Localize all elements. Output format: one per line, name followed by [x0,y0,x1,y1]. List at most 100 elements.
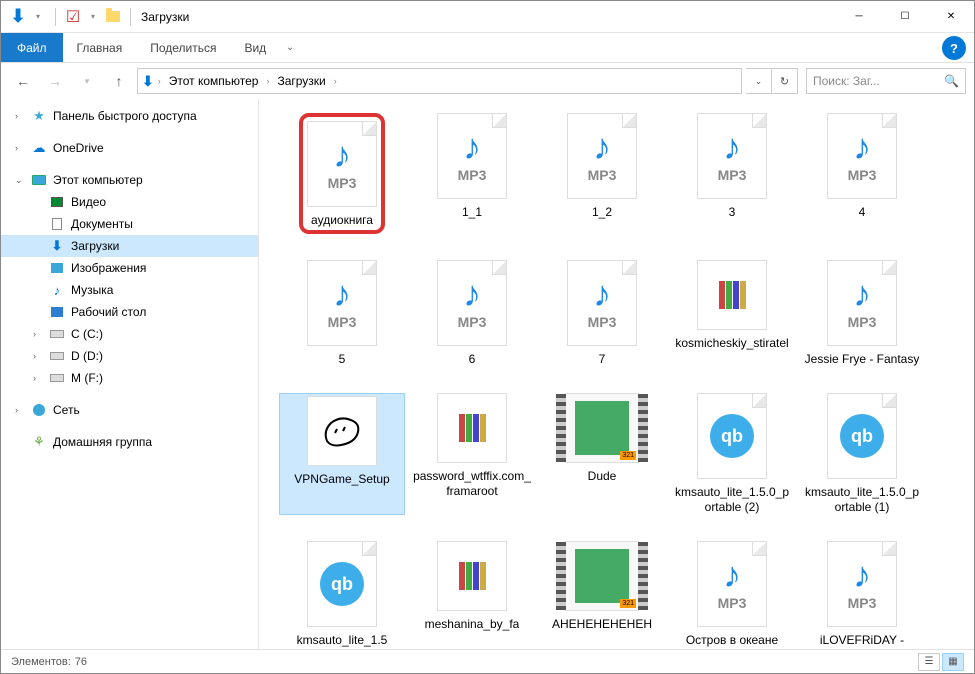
tree-downloads[interactable]: ⬇Загрузки [1,235,258,257]
window-title: Загрузки [141,10,189,24]
properties-icon[interactable]: ☑ [64,8,82,26]
file-item[interactable]: qb kmsauto_lite_1.5.0_portable (1) [799,393,925,515]
back-button[interactable]: ← [9,67,37,95]
up-button[interactable]: ↑ [105,67,133,95]
address-bar[interactable]: ⬇ › Этот компьютер › Загрузки › [137,68,742,94]
chevron-right-icon[interactable]: › [33,351,36,361]
chevron-right-icon[interactable]: › [334,76,337,86]
video-frame [575,549,629,603]
file-item[interactable]: ♪MP3Jessie Frye - Fantasy [799,260,925,367]
tree-documents[interactable]: Документы [1,213,258,235]
file-name: 5 [339,352,346,367]
qat-dropdown-icon[interactable]: ▾ [84,8,102,26]
file-name: kmsauto_lite_1.5.0_portable (1) [802,485,922,515]
file-ext-label: MP3 [718,167,747,183]
ribbon-expand-icon[interactable]: ⌄ [280,33,300,62]
chevron-right-icon[interactable]: › [158,76,161,86]
chevron-right-icon[interactable]: › [33,373,36,383]
rar-icon [459,414,486,442]
file-name: 1_1 [462,205,482,220]
file-item[interactable]: ♪MP3аудиокнига [279,113,405,234]
music-note-icon: ♪ [593,129,611,165]
tree-drive-d[interactable]: ›D (D:) [1,345,258,367]
status-items-count: 76 [75,656,87,668]
close-button[interactable]: ✕ [928,1,974,33]
maximize-button[interactable]: ☐ [882,1,928,33]
breadcrumb-downloads[interactable]: Загрузки [273,74,329,88]
music-note-icon: ♪ [853,557,871,593]
chevron-right-icon[interactable]: › [15,143,18,153]
file-name: аудиокнига [307,213,377,228]
rar-icon [719,281,746,309]
tree-quick-access[interactable]: ›★Панель быстрого доступа [1,105,258,127]
file-tab[interactable]: Файл [1,33,63,62]
file-name: 7 [599,352,606,367]
tab-share[interactable]: Поделиться [136,33,230,62]
file-item[interactable]: ♪MP34 [799,113,925,234]
tree-this-pc[interactable]: ⌄Этот компьютер [1,169,258,191]
file-item[interactable]: ♪MP37 [539,260,665,367]
file-item[interactable]: VPNGame_Setup [279,393,405,515]
tree-video[interactable]: Видео [1,191,258,213]
music-icon: ♪ [49,282,65,298]
mp3-thumbnail: ♪ MP3 [697,541,767,627]
file-name: VPNGame_Setup [294,472,389,487]
file-item[interactable]: ♪MP35 [279,260,405,367]
chevron-right-icon[interactable]: › [266,76,269,86]
file-item[interactable]: ♪MP3iLOVEFRiDAY - [799,541,925,648]
chevron-down-icon[interactable]: ⌄ [15,175,23,186]
video-badge: 321 [620,599,636,608]
qbittorrent-icon: qb [320,562,364,606]
document-icon [49,216,65,232]
tree-homegroup[interactable]: ⚘Домашняя группа [1,431,258,453]
file-ext-label: MP3 [848,595,877,611]
tree-drive-m[interactable]: ›M (F:) [1,367,258,389]
recent-locations-button[interactable]: ▾ [73,67,101,95]
tab-home[interactable]: Главная [63,33,137,62]
chevron-right-icon[interactable]: › [15,405,18,415]
tree-network[interactable]: ›Сеть [1,399,258,421]
file-ext-label: MP3 [718,595,747,611]
mp3-thumbnail: ♪ MP3 [697,113,767,199]
tree-desktop[interactable]: Рабочий стол [1,301,258,323]
cloud-icon: ☁ [31,140,47,156]
file-item[interactable]: ♪MP31_1 [409,113,535,234]
homegroup-icon: ⚘ [31,434,47,450]
tree-drive-c[interactable]: ›C (C:) [1,323,258,345]
forward-button[interactable]: → [41,67,69,95]
file-item[interactable]: qbkmsauto_lite_1.5 [279,541,405,648]
file-item[interactable]: 321AHEHEHEHEHEH [539,541,665,648]
details-view-button[interactable]: ☰ [918,653,940,671]
music-note-icon: ♪ [723,557,741,593]
file-item[interactable]: 321Dude [539,393,665,515]
qbittorrent-icon: qb [840,414,884,458]
file-item[interactable]: ♪MP3Остров в океане [669,541,795,648]
tree-pictures[interactable]: Изображения [1,257,258,279]
address-dropdown-button[interactable]: ⌄ [746,68,772,94]
tree-onedrive[interactable]: ›☁OneDrive [1,137,258,159]
refresh-button[interactable]: ↻ [772,68,798,94]
mp3-thumbnail: ♪MP3 [567,113,637,199]
breadcrumb-this-pc[interactable]: Этот компьютер [165,74,263,88]
minimize-button[interactable]: ─ [836,1,882,33]
qat-dropdown-icon[interactable]: ▾ [29,8,47,26]
file-item[interactable]: ♪MP36 [409,260,535,367]
status-items-label: Элементов: [11,656,71,668]
help-button[interactable]: ? [942,36,966,60]
file-item[interactable]: meshanina_by_fa [409,541,535,648]
drive-icon [49,348,65,364]
chevron-right-icon[interactable]: › [15,111,18,121]
tab-view[interactable]: Вид [230,33,280,62]
file-item[interactable]: password_wtffix.com_framaroot [409,393,535,515]
file-item[interactable]: qbkmsauto_lite_1.5.0_portable (2) [669,393,795,515]
file-item[interactable]: ♪MP33 [669,113,795,234]
tree-music[interactable]: ♪Музыка [1,279,258,301]
title-bar: ⬇ ▾ ☑ ▾ Загрузки ─ ☐ ✕ [1,1,974,33]
file-item[interactable]: kosmicheskiy_stiratel [669,260,795,367]
file-list-pane[interactable]: ♪MP3аудиокнига♪MP31_1♪MP31_2♪MP33♪MP34♪M… [259,99,974,649]
search-input[interactable]: Поиск: Заг... 🔍 [806,68,966,94]
music-note-icon: ♪ [723,129,741,165]
chevron-right-icon[interactable]: › [33,329,36,339]
thumbnails-view-button[interactable]: ▦ [942,653,964,671]
file-item[interactable]: ♪MP31_2 [539,113,665,234]
